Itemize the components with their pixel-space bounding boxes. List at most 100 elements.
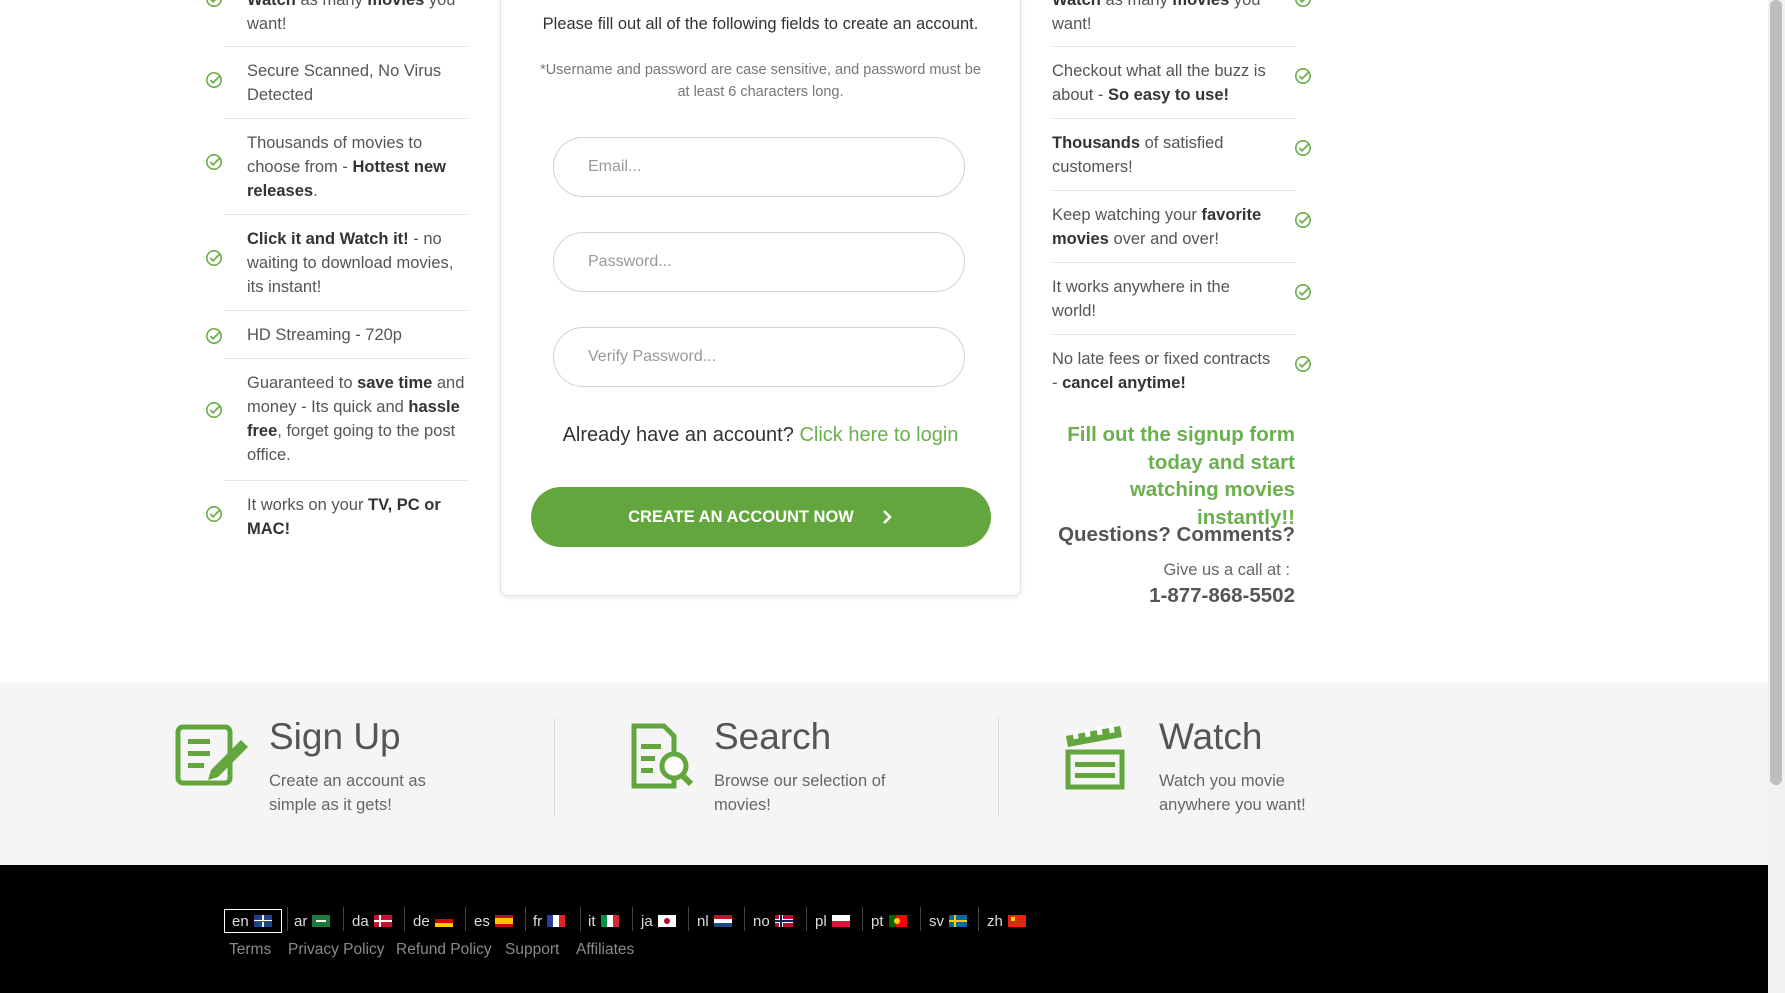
signup-form-icon bbox=[175, 724, 248, 786]
footer-link-affiliates[interactable]: Affiliates bbox=[576, 941, 634, 959]
footer-link-refund[interactable]: Refund Policy bbox=[396, 941, 492, 959]
check-icon bbox=[1295, 0, 1311, 8]
step-title-signup: Sign Up bbox=[269, 716, 401, 757]
check-icon bbox=[205, 401, 223, 419]
step-desc-search: Browse our selection of movies! bbox=[714, 772, 886, 814]
language-es[interactable]: es bbox=[474, 909, 513, 933]
language-ar[interactable]: ar bbox=[294, 909, 331, 933]
language-separator bbox=[862, 907, 863, 931]
language-code: pt bbox=[871, 912, 884, 930]
language-zh[interactable]: zh bbox=[987, 909, 1026, 933]
login-prompt: Already have an account? bbox=[562, 424, 794, 446]
chevron-right-icon bbox=[882, 510, 892, 524]
feature-text: Keep watching your favorite movies over … bbox=[1052, 206, 1262, 248]
flag-sa-icon bbox=[312, 915, 331, 927]
feature-text: Thousands of satisfied customers! bbox=[1052, 134, 1224, 176]
language-sv[interactable]: sv bbox=[929, 909, 967, 933]
step-title-watch: Watch bbox=[1159, 716, 1263, 757]
step-desc-signup: Create an account as simple as it gets! bbox=[269, 772, 426, 814]
feature-item: No late fees or fixed contracts - cancel… bbox=[1052, 334, 1312, 407]
language-nl[interactable]: nl bbox=[697, 909, 732, 933]
language-code: sv bbox=[929, 912, 944, 930]
login-link[interactable]: Click here to login bbox=[799, 424, 958, 446]
flag-es-icon bbox=[494, 915, 513, 927]
flag-dk-icon bbox=[373, 915, 392, 927]
flag-it-icon bbox=[600, 915, 619, 927]
language-separator bbox=[744, 907, 745, 931]
check-icon bbox=[1294, 139, 1312, 157]
check-icon bbox=[1294, 211, 1312, 229]
feature-item: Checkout what all the buzz is about - So… bbox=[1052, 46, 1312, 119]
language-no[interactable]: no bbox=[753, 909, 793, 933]
flag-cn-icon bbox=[1007, 915, 1026, 927]
language-code: it bbox=[588, 912, 596, 930]
feature-item: It works on your TV, PC or MAC! bbox=[205, 480, 468, 553]
language-code: fr bbox=[533, 912, 543, 930]
language-it[interactable]: it bbox=[588, 909, 619, 933]
language-en[interactable]: en bbox=[224, 909, 282, 933]
language-separator bbox=[525, 907, 526, 931]
feature-item: It works anywhere in the world! bbox=[1052, 262, 1312, 335]
check-icon bbox=[1294, 67, 1312, 85]
feature-item: Keep watching your favorite movies over … bbox=[1052, 190, 1312, 263]
feature-item: Watch as many movies you want! bbox=[1052, 0, 1311, 46]
feature-text: No late fees or fixed contracts - cancel… bbox=[1052, 350, 1271, 392]
scrollbar-thumb[interactable] bbox=[1770, 0, 1782, 785]
create-account-label: CREATE AN ACCOUNT NOW bbox=[628, 507, 854, 526]
step-divider bbox=[998, 718, 999, 816]
flag-de-icon bbox=[434, 915, 453, 927]
flag-pl-icon bbox=[831, 915, 850, 927]
language-da[interactable]: da bbox=[352, 909, 392, 933]
phone-number[interactable]: 1-877-868-5502 bbox=[1060, 584, 1295, 608]
language-separator bbox=[287, 907, 288, 931]
language-separator bbox=[465, 907, 466, 931]
flag-uk-icon bbox=[253, 915, 272, 927]
language-code: nl bbox=[697, 912, 709, 930]
flag-pt-icon bbox=[888, 915, 907, 927]
flag-jp-icon bbox=[657, 915, 676, 927]
step-divider bbox=[554, 718, 555, 816]
language-separator bbox=[688, 907, 689, 931]
create-account-button[interactable]: CREATE AN ACCOUNT NOW bbox=[531, 487, 991, 547]
language-fr[interactable]: fr bbox=[533, 909, 566, 933]
feature-text: Watch as many movies you want! bbox=[1052, 0, 1261, 33]
questions-heading: Questions? Comments? bbox=[1058, 523, 1295, 546]
step-title-search: Search bbox=[714, 716, 832, 757]
call-label: Give us a call at : bbox=[1163, 561, 1290, 579]
language-pl[interactable]: pl bbox=[815, 909, 850, 933]
check-icon bbox=[1294, 355, 1312, 373]
feature-text: It works on your TV, PC or MAC! bbox=[247, 496, 441, 538]
footer-link-terms[interactable]: Terms bbox=[229, 941, 271, 959]
language-code: pl bbox=[815, 912, 827, 930]
check-icon bbox=[205, 505, 223, 523]
feature-text: Checkout what all the buzz is about - So… bbox=[1052, 62, 1266, 104]
language-code: ja bbox=[641, 912, 653, 930]
language-code: no bbox=[753, 912, 770, 930]
language-code: da bbox=[352, 912, 369, 930]
language-separator bbox=[632, 907, 633, 931]
signup-promo-text: Fill out the signup form today and start… bbox=[1067, 423, 1295, 529]
clapperboard-icon bbox=[1065, 724, 1125, 790]
language-separator bbox=[404, 907, 405, 931]
language-separator bbox=[343, 907, 344, 931]
feature-text: It works anywhere in the world! bbox=[1052, 278, 1230, 320]
flag-nl-icon bbox=[713, 915, 732, 927]
language-code: zh bbox=[987, 912, 1003, 930]
language-separator bbox=[806, 907, 807, 931]
language-ja[interactable]: ja bbox=[641, 909, 676, 933]
language-de[interactable]: de bbox=[413, 909, 453, 933]
footer-link-support[interactable]: Support bbox=[505, 941, 559, 959]
language-separator bbox=[978, 907, 979, 931]
feature-item: Thousands of satisfied customers! bbox=[1052, 118, 1312, 191]
search-document-icon bbox=[631, 723, 694, 789]
flag-no-icon bbox=[774, 915, 793, 927]
right-feature-list: Watch as many movies you want! Checkout … bbox=[0, 0, 1320, 400]
flag-fr-icon bbox=[547, 915, 566, 927]
language-separator bbox=[920, 907, 921, 931]
language-pt[interactable]: pt bbox=[871, 909, 907, 933]
language-code: de bbox=[413, 912, 430, 930]
language-separator bbox=[580, 907, 581, 931]
footer-link-privacy[interactable]: Privacy Policy bbox=[288, 941, 384, 959]
language-code: en bbox=[232, 912, 249, 930]
language-code: es bbox=[474, 912, 490, 930]
